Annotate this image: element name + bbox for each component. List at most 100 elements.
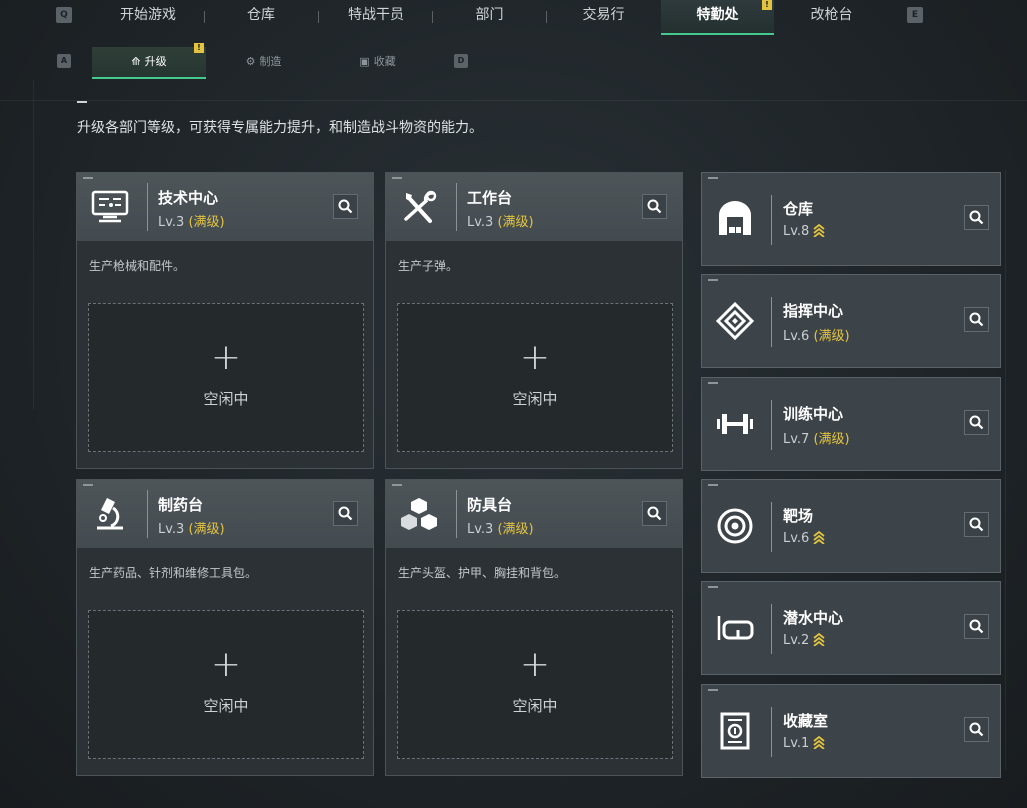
craft-icon: ⚙ <box>245 55 256 68</box>
card-header: 防具台 Lv.3 (满级) <box>386 480 682 548</box>
max-level-tag: (满级) <box>497 522 534 537</box>
plus-icon: + <box>210 644 242 685</box>
tab-start-game[interactable]: 开始游戏 <box>92 0 204 33</box>
card-armor-bench[interactable]: 防具台 Lv.3 (满级) 生产头盔、护甲、胸挂和背包。 + 空闲中 <box>385 479 683 776</box>
subtab-upgrade-label: 升级 <box>144 55 167 68</box>
inspect-button[interactable] <box>964 512 989 537</box>
facility-training-center[interactable]: 训练中心 Lv.7 (满级) <box>701 377 1001 471</box>
facility-title: 靶场 <box>783 507 814 525</box>
slot-status: 空闲中 <box>512 390 558 408</box>
production-slot[interactable]: + 空闲中 <box>397 303 673 452</box>
header-separator <box>147 183 148 231</box>
upgrade-icon: ⟰ <box>131 55 141 68</box>
facility-title: 潜水中心 <box>783 609 844 627</box>
d-key-hint[interactable]: D <box>454 54 468 68</box>
inspect-button[interactable] <box>964 205 989 230</box>
facility-diving-center[interactable]: 潜水中心 Lv.2 <box>701 581 1001 675</box>
level-value: Lv.6 <box>783 329 810 344</box>
q-key-hint[interactable]: Q <box>56 7 72 23</box>
level-value: Lv.8 <box>783 224 810 239</box>
subtab-collection[interactable]: ▣ 收藏 <box>321 47 434 77</box>
diving-mask-icon <box>717 616 754 640</box>
inspect-button[interactable] <box>964 410 989 435</box>
tab-department[interactable]: 部门 <box>433 0 546 33</box>
production-slot[interactable]: + 空闲中 <box>88 303 364 452</box>
facility-level: Lv.2 <box>783 632 825 648</box>
facility-warehouse[interactable]: 仓库 Lv.8 <box>701 172 1001 266</box>
level-value: Lv.3 <box>467 522 494 537</box>
facility-level: Lv.3 (满级) <box>158 518 225 537</box>
level-value: Lv.7 <box>783 432 810 447</box>
header-separator <box>456 183 457 231</box>
plus-icon: + <box>519 337 551 378</box>
facility-title: 技术中心 <box>158 189 219 207</box>
header-separator <box>147 490 148 538</box>
dumbbell-icon <box>717 414 753 434</box>
alert-badge: ! <box>194 43 204 53</box>
upgrade-available-icon <box>813 530 825 544</box>
facility-collection-room[interactable]: 收藏室 Lv.1 <box>701 684 1001 778</box>
facility-level: Lv.8 <box>783 223 825 239</box>
inspect-button[interactable] <box>964 614 989 639</box>
a-key-hint[interactable]: A <box>57 54 71 68</box>
slot-status: 空闲中 <box>203 390 249 408</box>
corner-tag <box>708 689 718 691</box>
card-workbench[interactable]: 工作台 Lv.3 (满级) 生产子弹。 + 空闲中 <box>385 172 683 469</box>
inspect-button[interactable] <box>964 717 989 742</box>
inspect-button[interactable] <box>964 307 989 332</box>
production-slot[interactable]: + 空闲中 <box>397 610 673 759</box>
tab-gunsmith[interactable]: 改枪台 <box>775 0 888 33</box>
inspect-button[interactable] <box>333 501 358 526</box>
alert-badge: ! <box>762 0 772 10</box>
plus-icon: + <box>519 644 551 685</box>
tab-warehouse[interactable]: 仓库 <box>205 0 317 33</box>
header-separator <box>771 297 772 347</box>
max-level-tag: (满级) <box>497 215 534 230</box>
inspect-button[interactable] <box>642 501 667 526</box>
level-value: Lv.3 <box>467 215 494 230</box>
facility-level: Lv.3 (满级) <box>467 211 534 230</box>
facility-title: 仓库 <box>783 200 814 218</box>
magnifier-icon <box>338 506 353 521</box>
level-value: Lv.2 <box>783 633 810 648</box>
computer-icon <box>91 190 129 223</box>
tab-operators[interactable]: 特战干员 <box>319 0 433 33</box>
header-separator <box>771 707 772 757</box>
inspect-button[interactable] <box>642 194 667 219</box>
facility-command-center[interactable]: 指挥中心 Lv.6 (满级) <box>701 274 1001 368</box>
upgrade-available-icon <box>813 735 825 749</box>
max-level-tag: (满级) <box>813 432 850 447</box>
facility-title: 制药台 <box>158 496 204 514</box>
subtab-craft-label: 制造 <box>259 55 282 68</box>
slot-status: 空闲中 <box>512 697 558 715</box>
upgrade-available-icon <box>813 223 825 237</box>
microscope-icon <box>97 498 123 530</box>
tab-special-ops[interactable]: 特勤处 <box>661 0 774 35</box>
facility-description: 生产子弹。 <box>398 259 459 273</box>
tab-special-ops-label: 特勤处 <box>696 7 739 23</box>
plus-icon: + <box>210 337 242 378</box>
header-separator <box>771 604 772 654</box>
production-slot[interactable]: + 空闲中 <box>88 610 364 759</box>
card-tech-center[interactable]: 技术中心 Lv.3 (满级) 生产枪械和配件。 + 空闲中 <box>76 172 374 469</box>
corner-tag <box>83 177 93 179</box>
subtab-upgrade[interactable]: ⟰ 升级 <box>92 47 206 79</box>
magnifier-icon <box>647 199 662 214</box>
magnifier-icon <box>969 517 984 532</box>
facility-level: Lv.3 (满级) <box>158 211 225 230</box>
max-level-tag: (满级) <box>813 329 850 344</box>
inspect-button[interactable] <box>333 194 358 219</box>
facility-title: 工作台 <box>467 189 513 207</box>
level-value: Lv.3 <box>158 522 185 537</box>
subtab-craft[interactable]: ⚙ 制造 <box>207 47 320 77</box>
facility-shooting-range[interactable]: 靶场 Lv.6 <box>701 479 1001 573</box>
target-icon <box>717 508 753 544</box>
max-level-tag: (满级) <box>188 215 225 230</box>
header-separator <box>771 502 772 552</box>
facility-description: 生产头盔、护甲、胸挂和背包。 <box>398 566 567 580</box>
upgrade-available-icon <box>813 632 825 646</box>
e-key-hint[interactable]: E <box>907 7 923 23</box>
tab-trading[interactable]: 交易行 <box>547 0 660 33</box>
subtab-collection-label: 收藏 <box>373 55 396 68</box>
card-pharmacy[interactable]: 制药台 Lv.3 (满级) 生产药品、针剂和维修工具包。 + 空闲中 <box>76 479 374 776</box>
